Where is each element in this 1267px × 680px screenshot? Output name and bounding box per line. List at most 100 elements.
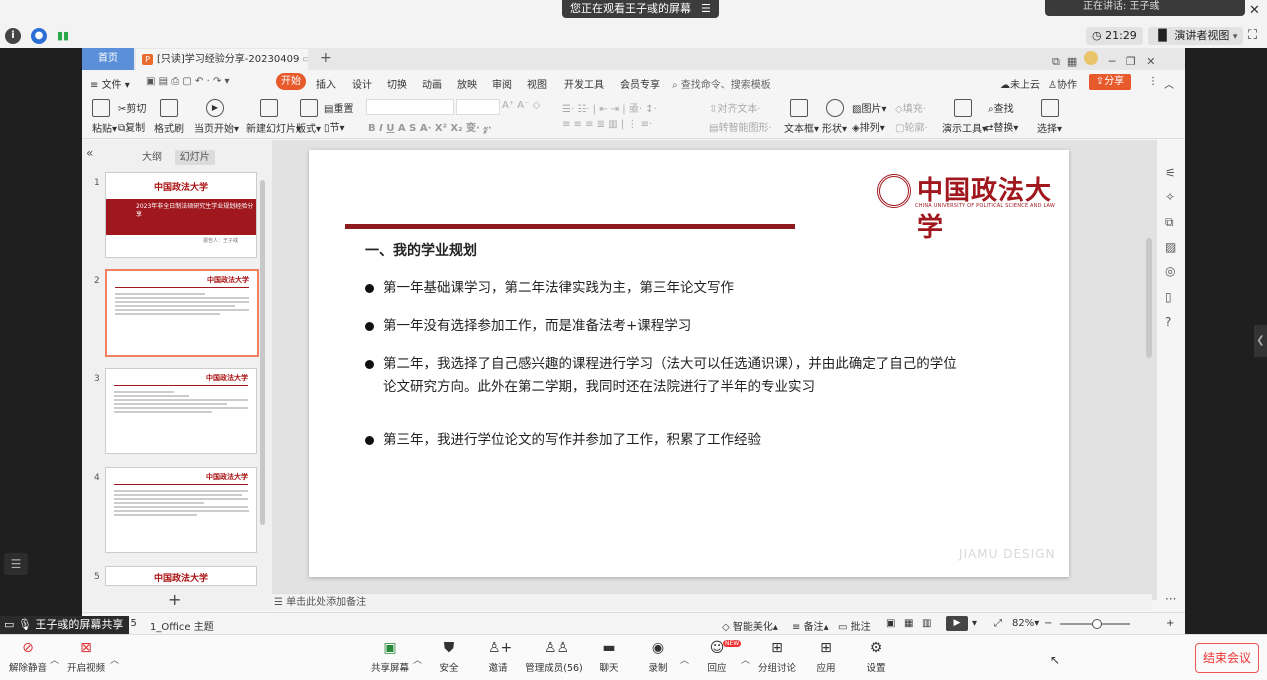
smartart-button[interactable]: ▤转智能图形·: [709, 119, 772, 134]
panel-scrollbar[interactable]: [260, 180, 265, 525]
shield-icon[interactable]: ●: [31, 28, 47, 44]
image-icon[interactable]: ▨: [1165, 240, 1176, 254]
book-icon[interactable]: ▯: [1165, 290, 1172, 304]
layout-icon[interactable]: ⧉: [1052, 55, 1060, 68]
arrange-button[interactable]: ◈排列▾: [852, 119, 885, 134]
zoom-slider[interactable]: [1060, 619, 1130, 629]
collapse-ribbon-icon[interactable]: ︿: [1164, 76, 1174, 91]
chevron-left-icon[interactable]: ❮: [1254, 325, 1267, 357]
invite-button[interactable]: ♙+ 邀请: [470, 639, 526, 674]
collapse-panel-icon[interactable]: «: [86, 146, 93, 160]
play-options-icon[interactable]: ▾: [972, 618, 977, 629]
add-slide-icon[interactable]: +: [168, 590, 181, 609]
chat-button[interactable]: ▬ 聊天: [581, 639, 637, 674]
tab-document[interactable]: P[只读]学习经验分享-20230409 ▭ ●: [136, 49, 308, 70]
notes-pane[interactable]: ☰ 单击此处添加备注: [272, 593, 1152, 611]
section-button[interactable]: ▯节▾: [324, 119, 345, 134]
apps-button[interactable]: ⊞ 应用: [798, 639, 854, 674]
comments-button[interactable]: ▭ 批注: [838, 618, 871, 633]
info-icon[interactable]: i: [5, 28, 21, 44]
menu-devtools[interactable]: 开发工具: [564, 76, 604, 91]
grid-icon[interactable]: ▦: [1067, 55, 1077, 68]
menu-start[interactable]: 开始: [276, 73, 306, 90]
location-icon[interactable]: ◎: [1165, 264, 1175, 278]
align-text-button[interactable]: ⇳对齐文本·: [709, 100, 761, 115]
menu-design[interactable]: 设计: [352, 76, 372, 91]
picture-button[interactable]: ▨图片▾: [852, 100, 886, 115]
unmute-button[interactable]: ⊘ 解除静音: [0, 639, 56, 674]
settings-button[interactable]: ⚙ 设置: [848, 639, 904, 674]
record-button[interactable]: ◉ 录制: [630, 639, 686, 674]
slide-thumbnail-2[interactable]: 中国政法大学: [105, 269, 259, 357]
list-icon[interactable]: ☰: [4, 553, 28, 575]
reading-view-icon[interactable]: ▥: [922, 618, 931, 629]
tab-slides[interactable]: 幻灯片: [174, 150, 215, 165]
reset-button[interactable]: ▤重置: [324, 100, 353, 115]
canvas-scrollbar[interactable]: [1146, 148, 1152, 568]
notes-button[interactable]: ≡ 备注▴: [792, 618, 829, 633]
format-painter-button[interactable]: 格式刷: [154, 99, 184, 135]
sorter-view-icon[interactable]: ▦: [904, 618, 913, 629]
manage-members-button[interactable]: ♙♙ 管理成员(56): [523, 639, 585, 674]
security-button[interactable]: ⛊ 安全: [421, 639, 477, 674]
restore-icon[interactable]: ❐: [1126, 55, 1136, 68]
fullscreen-icon[interactable]: ⛶: [1248, 28, 1257, 43]
properties-icon[interactable]: ⚟: [1165, 166, 1176, 180]
slide-thumbnail-3[interactable]: 中国政法大学: [105, 368, 257, 454]
window-close-icon[interactable]: ✕: [1146, 55, 1155, 68]
menu-member[interactable]: 会员专享: [620, 76, 660, 91]
cloud-status[interactable]: ☁未上云: [1000, 76, 1040, 91]
fit-window-icon[interactable]: ⤢: [994, 618, 1002, 629]
slide-thumbnail-5[interactable]: 中国政法大学: [105, 566, 257, 586]
slide[interactable]: 中国政法大学 CHINA UNIVERSITY OF POLITICAL SCI…: [309, 150, 1069, 577]
beautify-button[interactable]: ◇ 智能美化▴: [722, 618, 778, 633]
slide-switch-icon[interactable]: ⧉: [1165, 215, 1174, 230]
help-icon[interactable]: ?: [1165, 315, 1171, 329]
font-family-select[interactable]: [366, 99, 454, 115]
pin-icon[interactable]: ✧: [1165, 190, 1175, 204]
textbox-button[interactable]: 文本框▾: [784, 99, 819, 135]
list-buttons[interactable]: ☰· ☷· | ⇤ ⇥ | 亟· ↕·: [562, 100, 657, 115]
menu-animation[interactable]: 动画: [422, 76, 442, 91]
cut-button[interactable]: ✂剪切: [118, 100, 146, 115]
new-tab-icon[interactable]: +: [320, 50, 332, 66]
menu-review[interactable]: 审阅: [492, 76, 512, 91]
play-from-current-button[interactable]: ▶ 当页开始▾: [194, 99, 239, 135]
search-command[interactable]: ⌕ 查找命令、搜索模板: [672, 76, 771, 91]
paste-button[interactable]: 粘贴▾: [92, 99, 117, 135]
select-button[interactable]: 选择▾: [1037, 99, 1062, 135]
theme-name[interactable]: 1_Office 主题: [150, 618, 214, 633]
font-size-select[interactable]: [456, 99, 500, 115]
view-mode-button[interactable]: ▐▌ 演讲者视图 ▾: [1148, 27, 1244, 45]
shape-button[interactable]: 形状▾: [822, 99, 847, 135]
menu-view[interactable]: 视图: [527, 76, 547, 91]
close-icon[interactable]: ✕: [1249, 3, 1260, 18]
menu-transition[interactable]: 切换: [387, 76, 407, 91]
chevron-up-icon[interactable]: ︿: [680, 653, 689, 666]
align-buttons[interactable]: ≡ ≡ ≡ ≣ ▥ | ⋮ ≡·: [562, 119, 652, 130]
banner-menu-icon[interactable]: ☰: [701, 0, 711, 18]
tab-home[interactable]: 首页: [82, 48, 134, 70]
tab-outline[interactable]: 大纲: [142, 152, 162, 163]
zoom-in-icon[interactable]: +: [1166, 618, 1174, 629]
menu-file[interactable]: ≡ 文件 ▾: [90, 76, 130, 91]
quick-access-icons[interactable]: ▣ ▤ ⎙ ▢ ↶ · ↷ ▾: [146, 76, 230, 87]
zoom-slider-thumb[interactable]: [1092, 619, 1102, 629]
end-meeting-button[interactable]: 结束会议: [1195, 643, 1259, 673]
outline-button[interactable]: ▢轮廓·: [895, 119, 928, 134]
share-screen-button[interactable]: ▣ 共享屏幕: [362, 639, 418, 674]
slide-thumbnail-4[interactable]: 中国政法大学: [105, 467, 257, 553]
scroll-thumb[interactable]: [1146, 238, 1152, 358]
signal-icon[interactable]: ▮▮: [55, 28, 71, 44]
zoom-out-icon[interactable]: −: [1044, 618, 1052, 629]
copy-button[interactable]: ⧉复制: [118, 119, 145, 134]
breakout-button[interactable]: ⊞ 分组讨论: [749, 639, 805, 674]
find-button[interactable]: ⌕查找: [988, 100, 1014, 115]
screen-share-banner[interactable]: 您正在观看王子彧的屏幕 ☰: [562, 0, 719, 18]
more-icon[interactable]: ⋮: [1148, 76, 1158, 87]
font-size-buttons[interactable]: A⁺ A⁻ ◇: [502, 100, 540, 111]
collab-button[interactable]: ♙协作: [1048, 76, 1077, 91]
layout-button[interactable]: 版式▾: [296, 99, 321, 135]
slide-thumbnail-1[interactable]: 中国政法大学 2023年非全日制法硕研究生学业规划经验分享 报告人：王子彧: [105, 172, 257, 258]
minimize-icon[interactable]: ─: [1109, 55, 1116, 68]
